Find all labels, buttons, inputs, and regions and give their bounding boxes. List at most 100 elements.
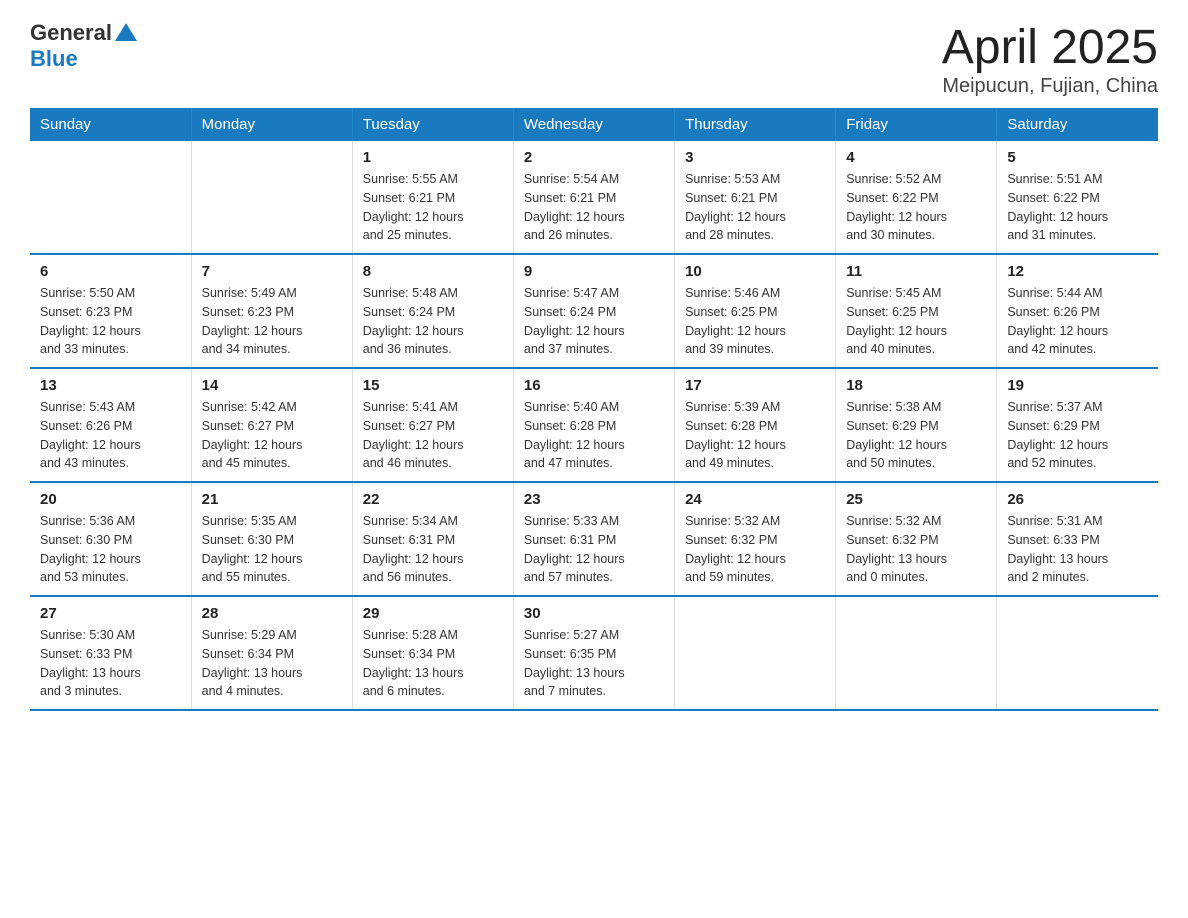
day-info: Sunrise: 5:32 AM Sunset: 6:32 PM Dayligh…	[846, 512, 986, 587]
calendar-cell	[30, 141, 191, 254]
logo-blue-text: Blue	[30, 46, 137, 72]
day-number: 25	[846, 491, 986, 508]
day-number: 21	[202, 491, 342, 508]
column-header-wednesday: Wednesday	[513, 108, 674, 141]
calendar-week-row: 6 Sunrise: 5:50 AM Sunset: 6:23 PM Daylig…	[30, 254, 1158, 368]
calendar-cell: 21 Sunrise: 5:35 AM Sunset: 6:30 PM Dayli…	[191, 482, 352, 596]
day-info: Sunrise: 5:52 AM Sunset: 6:22 PM Dayligh…	[846, 170, 986, 245]
day-info: Sunrise: 5:40 AM Sunset: 6:28 PM Dayligh…	[524, 398, 664, 473]
calendar-cell: 11 Sunrise: 5:45 AM Sunset: 6:25 PM Dayli…	[836, 254, 997, 368]
calendar-cell: 16 Sunrise: 5:40 AM Sunset: 6:28 PM Dayli…	[513, 368, 674, 482]
calendar-cell: 8 Sunrise: 5:48 AM Sunset: 6:24 PM Daylig…	[352, 254, 513, 368]
calendar-cell: 22 Sunrise: 5:34 AM Sunset: 6:31 PM Dayli…	[352, 482, 513, 596]
day-info: Sunrise: 5:35 AM Sunset: 6:30 PM Dayligh…	[202, 512, 342, 587]
calendar-cell: 3 Sunrise: 5:53 AM Sunset: 6:21 PM Daylig…	[675, 141, 836, 254]
calendar-cell: 9 Sunrise: 5:47 AM Sunset: 6:24 PM Daylig…	[513, 254, 674, 368]
day-number: 3	[685, 149, 825, 166]
day-number: 13	[40, 377, 181, 394]
calendar-cell: 5Sunrise: 5:51 AM Sunset: 6:22 PM Daylig…	[997, 141, 1158, 254]
logo-general-text: General	[30, 20, 112, 46]
day-number: 23	[524, 491, 664, 508]
day-info: Sunrise: 5:31 AM Sunset: 6:33 PM Dayligh…	[1007, 512, 1148, 587]
calendar-cell: 12 Sunrise: 5:44 AM Sunset: 6:26 PM Dayli…	[997, 254, 1158, 368]
calendar-cell: 25 Sunrise: 5:32 AM Sunset: 6:32 PM Dayli…	[836, 482, 997, 596]
day-number: 28	[202, 605, 342, 622]
day-info: Sunrise: 5:30 AM Sunset: 6:33 PM Dayligh…	[40, 626, 181, 701]
day-info: Sunrise: 5:43 AM Sunset: 6:26 PM Dayligh…	[40, 398, 181, 473]
page-title: April 2025	[942, 20, 1158, 75]
day-info: Sunrise: 5:27 AM Sunset: 6:35 PM Dayligh…	[524, 626, 664, 701]
day-number: 20	[40, 491, 181, 508]
calendar-cell: 2 Sunrise: 5:54 AM Sunset: 6:21 PM Daylig…	[513, 141, 674, 254]
day-info: Sunrise: 5:53 AM Sunset: 6:21 PM Dayligh…	[685, 170, 825, 245]
day-number: 5	[1007, 149, 1148, 166]
calendar-cell	[675, 596, 836, 710]
day-number: 14	[202, 377, 342, 394]
day-info: Sunrise: 5:54 AM Sunset: 6:21 PM Dayligh…	[524, 170, 664, 245]
logo: General Blue	[30, 20, 137, 72]
calendar-cell: 19 Sunrise: 5:37 AM Sunset: 6:29 PM Dayli…	[997, 368, 1158, 482]
day-info: Sunrise: 5:34 AM Sunset: 6:31 PM Dayligh…	[363, 512, 503, 587]
day-number: 15	[363, 377, 503, 394]
calendar-week-row: 20 Sunrise: 5:36 AM Sunset: 6:30 PM Dayli…	[30, 482, 1158, 596]
day-info: Sunrise: 5:32 AM Sunset: 6:32 PM Dayligh…	[685, 512, 825, 587]
calendar-cell: 7 Sunrise: 5:49 AM Sunset: 6:23 PM Daylig…	[191, 254, 352, 368]
calendar-cell: 6 Sunrise: 5:50 AM Sunset: 6:23 PM Daylig…	[30, 254, 191, 368]
calendar-cell: 29Sunrise: 5:28 AM Sunset: 6:34 PM Dayli…	[352, 596, 513, 710]
calendar-cell: 30 Sunrise: 5:27 AM Sunset: 6:35 PM Dayli…	[513, 596, 674, 710]
page-header: General Blue April 2025 Meipucun, Fujian…	[30, 20, 1158, 98]
day-info: Sunrise: 5:47 AM Sunset: 6:24 PM Dayligh…	[524, 284, 664, 359]
logo-triangle-icon	[115, 23, 137, 41]
day-info: Sunrise: 5:50 AM Sunset: 6:23 PM Dayligh…	[40, 284, 181, 359]
day-number: 11	[846, 263, 986, 280]
column-header-thursday: Thursday	[675, 108, 836, 141]
day-number: 30	[524, 605, 664, 622]
calendar-week-row: 13 Sunrise: 5:43 AM Sunset: 6:26 PM Dayli…	[30, 368, 1158, 482]
day-number: 6	[40, 263, 181, 280]
day-number: 1	[363, 149, 503, 166]
day-info: Sunrise: 5:41 AM Sunset: 6:27 PM Dayligh…	[363, 398, 503, 473]
calendar-cell: 15 Sunrise: 5:41 AM Sunset: 6:27 PM Dayli…	[352, 368, 513, 482]
day-number: 29	[363, 605, 503, 622]
title-block: April 2025 Meipucun, Fujian, China	[942, 20, 1158, 98]
day-number: 26	[1007, 491, 1148, 508]
day-number: 2	[524, 149, 664, 166]
calendar-cell: 18Sunrise: 5:38 AM Sunset: 6:29 PM Dayli…	[836, 368, 997, 482]
calendar-cell	[191, 141, 352, 254]
day-number: 22	[363, 491, 503, 508]
day-number: 9	[524, 263, 664, 280]
calendar-header-row: SundayMondayTuesdayWednesdayThursdayFrid…	[30, 108, 1158, 141]
day-number: 18	[846, 377, 986, 394]
calendar-cell: 13 Sunrise: 5:43 AM Sunset: 6:26 PM Dayli…	[30, 368, 191, 482]
calendar-cell: 26 Sunrise: 5:31 AM Sunset: 6:33 PM Dayli…	[997, 482, 1158, 596]
day-info: Sunrise: 5:48 AM Sunset: 6:24 PM Dayligh…	[363, 284, 503, 359]
day-number: 19	[1007, 377, 1148, 394]
day-number: 12	[1007, 263, 1148, 280]
calendar-cell: 17Sunrise: 5:39 AM Sunset: 6:28 PM Dayli…	[675, 368, 836, 482]
day-number: 8	[363, 263, 503, 280]
day-info: Sunrise: 5:36 AM Sunset: 6:30 PM Dayligh…	[40, 512, 181, 587]
calendar-cell	[997, 596, 1158, 710]
day-info: Sunrise: 5:46 AM Sunset: 6:25 PM Dayligh…	[685, 284, 825, 359]
day-info: Sunrise: 5:44 AM Sunset: 6:26 PM Dayligh…	[1007, 284, 1148, 359]
day-info: Sunrise: 5:45 AM Sunset: 6:25 PM Dayligh…	[846, 284, 986, 359]
calendar-cell: 14 Sunrise: 5:42 AM Sunset: 6:27 PM Dayli…	[191, 368, 352, 482]
day-info: Sunrise: 5:49 AM Sunset: 6:23 PM Dayligh…	[202, 284, 342, 359]
day-info: Sunrise: 5:33 AM Sunset: 6:31 PM Dayligh…	[524, 512, 664, 587]
column-header-friday: Friday	[836, 108, 997, 141]
column-header-saturday: Saturday	[997, 108, 1158, 141]
day-info: Sunrise: 5:42 AM Sunset: 6:27 PM Dayligh…	[202, 398, 342, 473]
calendar-cell: 10 Sunrise: 5:46 AM Sunset: 6:25 PM Dayli…	[675, 254, 836, 368]
day-number: 4	[846, 149, 986, 166]
calendar-cell: 20 Sunrise: 5:36 AM Sunset: 6:30 PM Dayli…	[30, 482, 191, 596]
day-number: 7	[202, 263, 342, 280]
day-number: 24	[685, 491, 825, 508]
column-header-tuesday: Tuesday	[352, 108, 513, 141]
calendar-week-row: 27Sunrise: 5:30 AM Sunset: 6:33 PM Dayli…	[30, 596, 1158, 710]
calendar-table: SundayMondayTuesdayWednesdayThursdayFrid…	[30, 108, 1158, 711]
day-info: Sunrise: 5:29 AM Sunset: 6:34 PM Dayligh…	[202, 626, 342, 701]
day-number: 16	[524, 377, 664, 394]
day-info: Sunrise: 5:37 AM Sunset: 6:29 PM Dayligh…	[1007, 398, 1148, 473]
calendar-cell: 28 Sunrise: 5:29 AM Sunset: 6:34 PM Dayli…	[191, 596, 352, 710]
day-number: 10	[685, 263, 825, 280]
